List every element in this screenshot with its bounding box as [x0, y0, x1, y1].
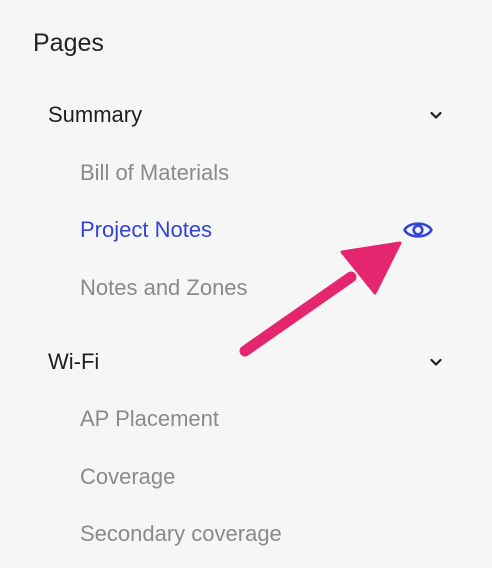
page-item-coverage[interactable]: Coverage [80, 461, 175, 493]
page-item-ap-placement[interactable]: AP Placement [80, 403, 219, 435]
section-label: Wi-Fi [48, 349, 100, 374]
section-wifi-header[interactable]: Wi-Fi [48, 346, 444, 378]
chevron-down-icon[interactable] [428, 354, 444, 370]
eye-icon[interactable] [402, 216, 434, 244]
section-label: Summary [48, 102, 143, 127]
chevron-down-icon[interactable] [428, 107, 444, 123]
page-item-notes-and-zones[interactable]: Notes and Zones [80, 272, 248, 304]
panel-title: Pages [33, 29, 104, 57]
section-summary-header[interactable]: Summary [48, 99, 444, 131]
page-item-project-notes[interactable]: Project Notes [80, 214, 212, 246]
page-item-bill-of-materials[interactable]: Bill of Materials [80, 157, 229, 189]
page-item-secondary-coverage[interactable]: Secondary coverage [80, 518, 282, 550]
